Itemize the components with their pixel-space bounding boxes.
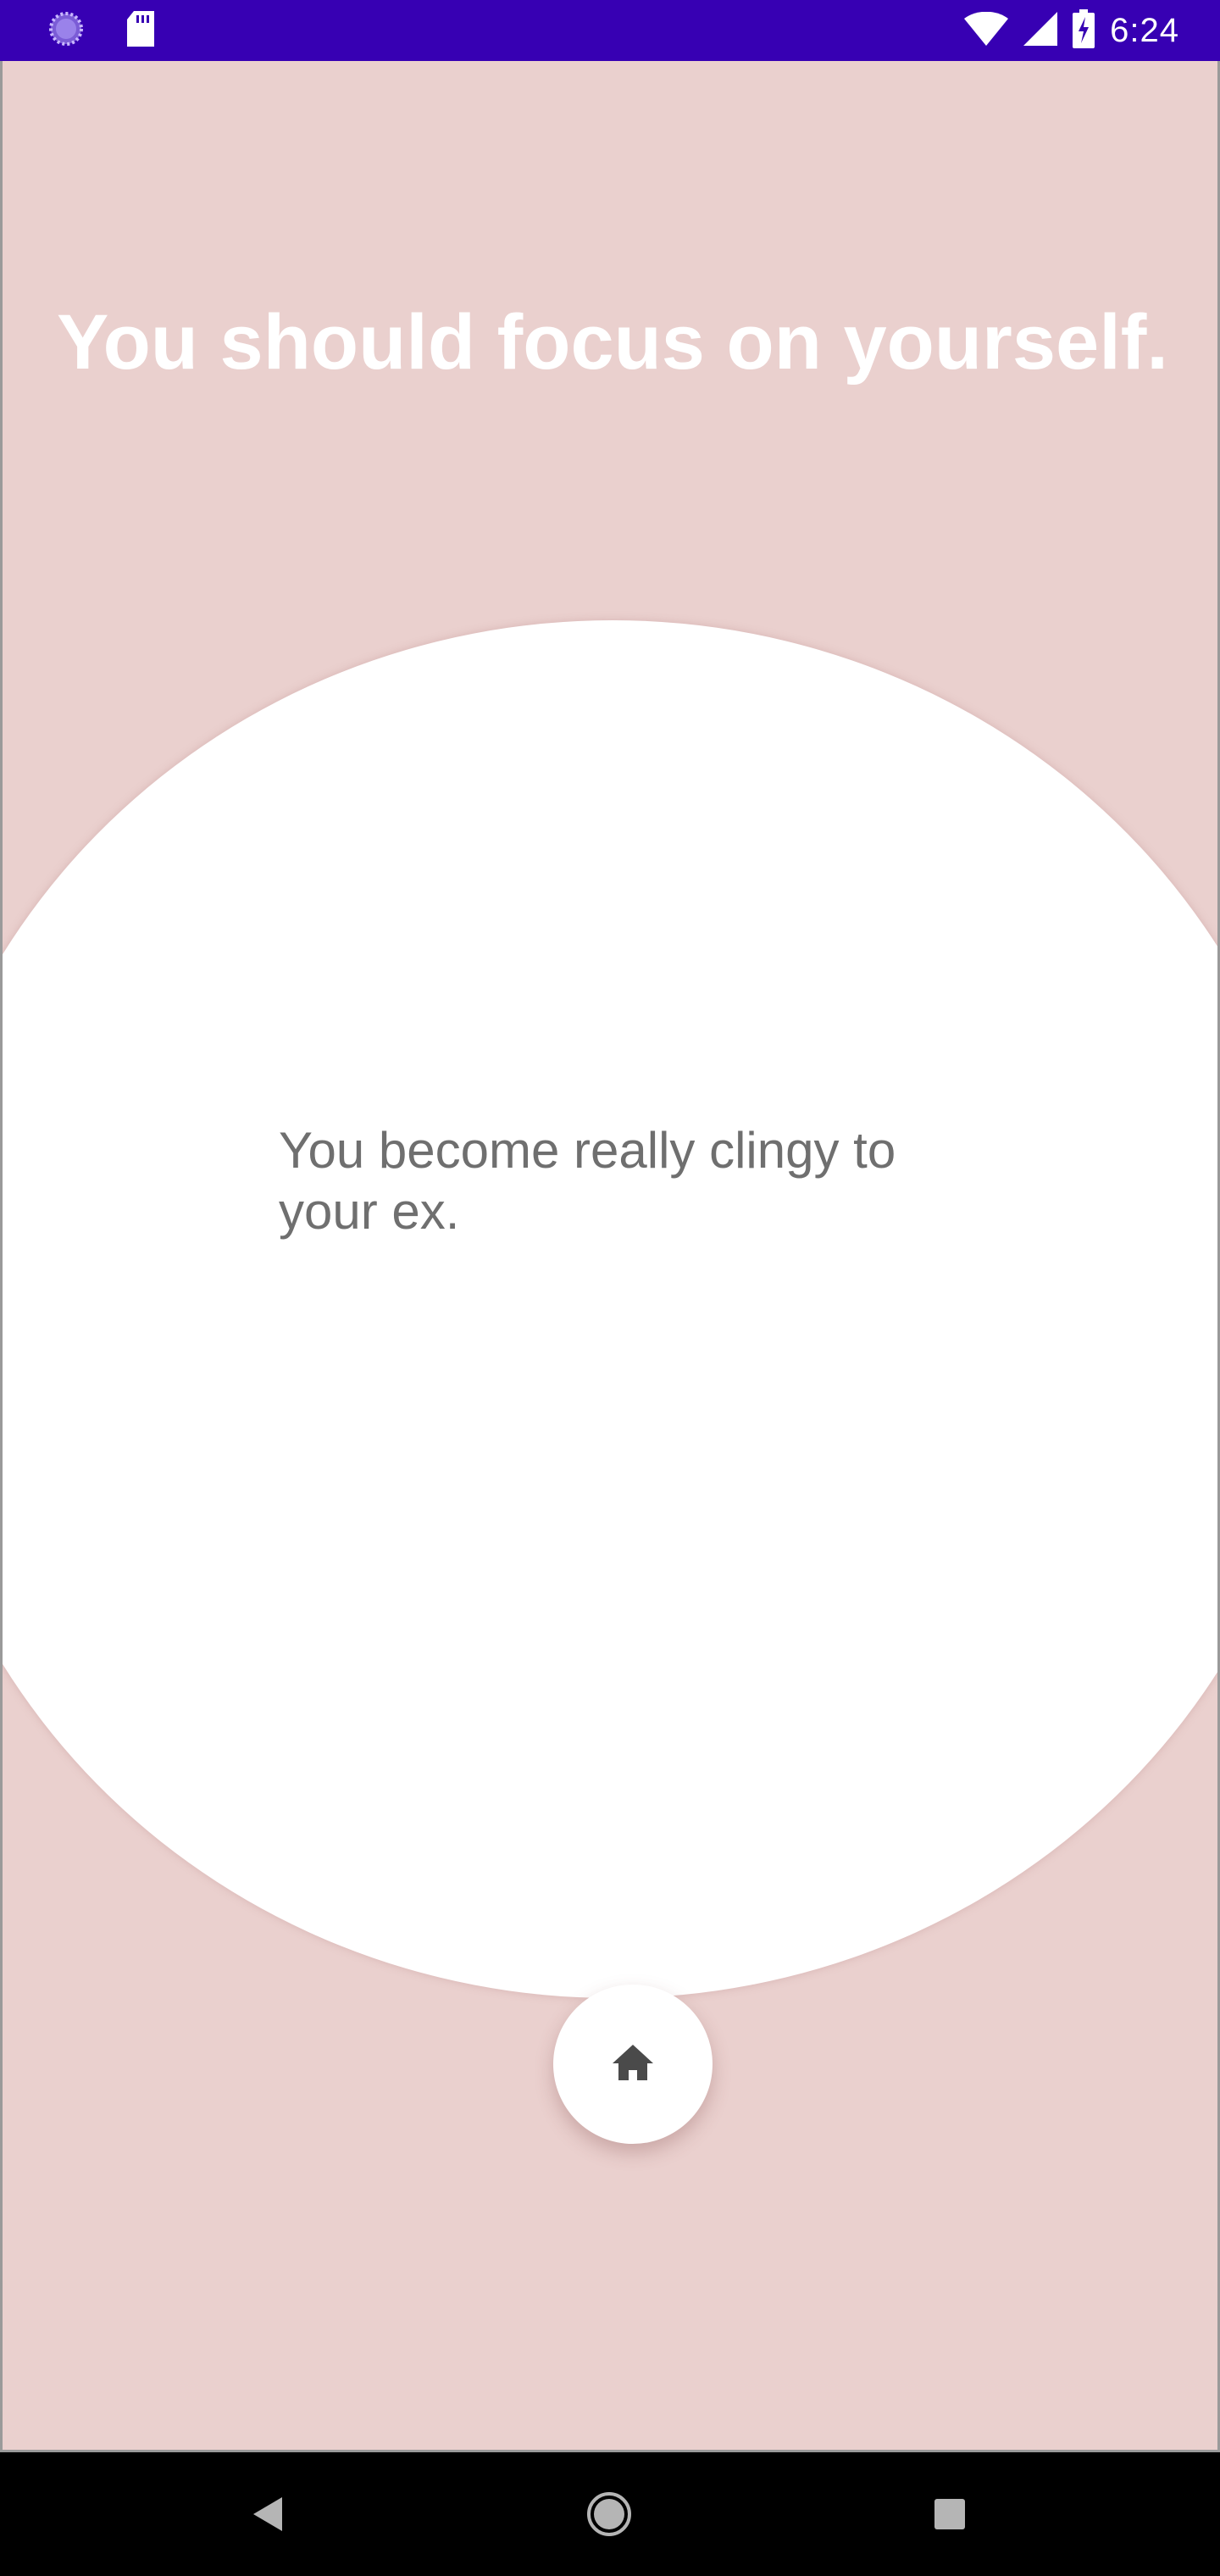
battery-charging-icon (1073, 8, 1095, 53)
page-title: You should focus on yourself. (57, 299, 1168, 386)
home-button[interactable] (553, 1985, 713, 2144)
home-circle-icon (585, 2490, 633, 2542)
status-bar: 6:24 (0, 0, 1220, 61)
system-nav-bar (0, 2452, 1220, 2576)
status-bar-right: 6:24 (964, 8, 1179, 53)
status-time: 6:24 (1110, 11, 1179, 49)
back-icon (250, 2496, 284, 2537)
loading-circle-icon (47, 10, 85, 52)
app-screen: You should focus on yourself. You become… (0, 61, 1220, 2452)
nav-recents-button[interactable] (920, 2486, 979, 2545)
status-bar-left (47, 10, 156, 52)
sd-card-icon (125, 10, 156, 51)
card-message: You become really clingy to your ex. (279, 1122, 896, 1240)
cell-signal-icon (1023, 11, 1058, 50)
recents-icon (933, 2497, 967, 2535)
nav-home-button[interactable] (580, 2486, 639, 2545)
home-icon (611, 2043, 655, 2086)
nav-back-button[interactable] (237, 2486, 297, 2545)
message-card (3, 620, 1217, 1998)
wifi-icon (964, 11, 1009, 50)
